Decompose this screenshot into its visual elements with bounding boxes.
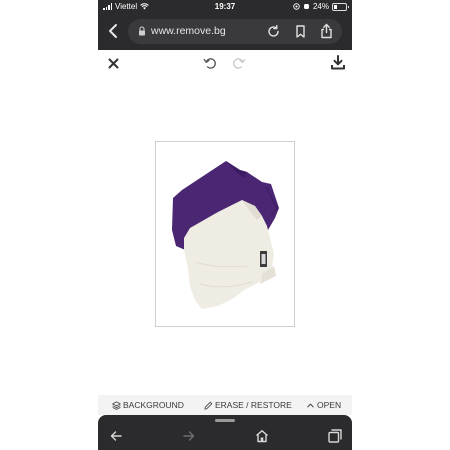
close-icon[interactable] xyxy=(108,58,119,69)
share-icon[interactable] xyxy=(319,23,334,39)
alarm-icon xyxy=(304,4,309,9)
redo-icon[interactable] xyxy=(232,56,246,70)
battery-icon xyxy=(332,2,349,11)
battery-percent: 24% xyxy=(312,2,329,11)
download-icon[interactable] xyxy=(331,55,345,70)
back-icon[interactable] xyxy=(108,428,124,444)
pen-icon xyxy=(204,401,213,410)
background-tool-button[interactable]: BACKGROUND xyxy=(112,400,184,410)
open-tool-label: OPEN xyxy=(317,400,342,410)
orientation-lock-icon xyxy=(293,3,300,10)
phone-screen: Viettel 19:37 24% www.remove.bg BACKGROU… xyxy=(98,0,352,450)
reload-icon[interactable] xyxy=(266,24,281,39)
chevron-up-icon xyxy=(307,403,314,407)
background-tool-label: BACKGROUND xyxy=(123,400,184,410)
browser-bottom-nav xyxy=(98,415,352,450)
result-image xyxy=(172,161,279,309)
image-canvas[interactable] xyxy=(155,141,295,327)
forward-icon[interactable] xyxy=(181,428,197,444)
editor-tool-bar: BACKGROUND ERASE / RESTORE OPEN xyxy=(98,395,352,415)
browser-toolbar: www.remove.bg xyxy=(98,13,352,50)
erase-restore-tool-label: ERASE / RESTORE xyxy=(215,400,292,410)
layers-icon xyxy=(112,400,121,410)
undo-icon[interactable] xyxy=(203,56,217,70)
open-tool-button[interactable]: OPEN xyxy=(306,400,341,410)
lock-icon xyxy=(139,26,145,36)
url-text: www.remove.bg xyxy=(151,25,226,37)
bookmark-icon[interactable] xyxy=(293,24,308,39)
back-icon[interactable] xyxy=(106,22,120,40)
home-icon[interactable] xyxy=(254,428,270,444)
tabs-icon[interactable] xyxy=(327,428,343,444)
status-right: 24% xyxy=(293,2,349,11)
grabber-handle[interactable] xyxy=(215,419,235,422)
erase-restore-tool-button[interactable]: ERASE / RESTORE xyxy=(204,400,292,410)
editor-app-bar xyxy=(98,50,352,78)
status-bar: Viettel 19:37 24% xyxy=(98,0,352,13)
address-bar[interactable]: www.remove.bg xyxy=(128,19,342,44)
